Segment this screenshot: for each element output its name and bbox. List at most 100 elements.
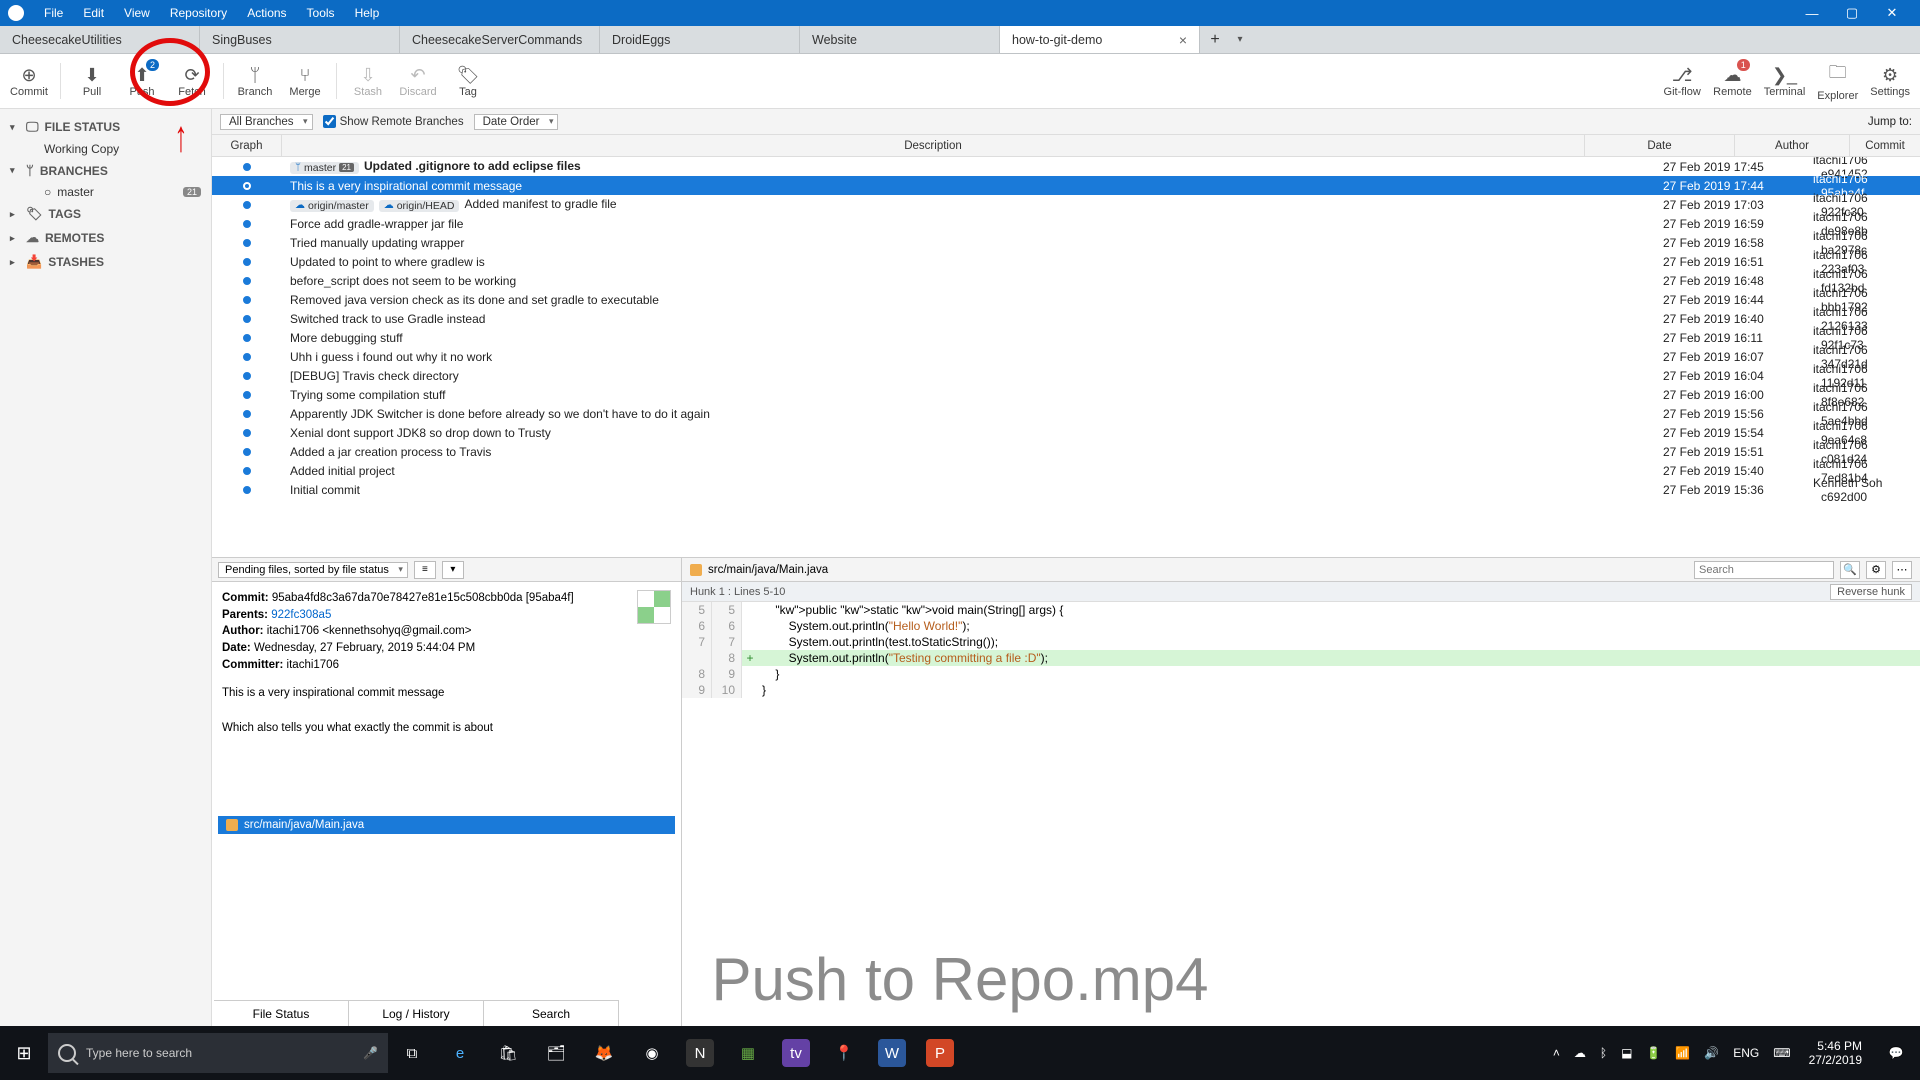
battery-icon[interactable]: 🔋 [1646, 1046, 1661, 1060]
ime-icon[interactable]: ⌨ [1773, 1046, 1790, 1060]
fetch-button[interactable]: ⟳Fetch [167, 55, 217, 107]
word-icon[interactable]: W [868, 1026, 916, 1080]
powerpoint-icon[interactable]: P [916, 1026, 964, 1080]
repo-tab[interactable]: Website [800, 26, 1000, 53]
diff-search-input[interactable] [1694, 561, 1834, 579]
close-window-button[interactable]: ✕ [1872, 5, 1912, 21]
tags-section[interactable]: ▸🏷TAGS [0, 202, 211, 226]
col-description[interactable]: Description [282, 135, 1585, 156]
file-status-section[interactable]: ▾🖵FILE STATUS [0, 115, 211, 139]
minecraft-icon[interactable]: ▦ [724, 1026, 772, 1080]
explorer-icon[interactable]: 🗂 [532, 1026, 580, 1080]
code-line[interactable]: 910} [682, 682, 1920, 698]
task-view-button[interactable]: ⧉ [388, 1026, 436, 1080]
commit-list[interactable]: ᛘmaster21Updated .gitignore to add eclip… [212, 157, 1920, 557]
branch-item-master[interactable]: ○master21 [0, 182, 211, 202]
code-line[interactable]: 66 System.out.println("Hello World!"); [682, 618, 1920, 634]
maximize-button[interactable]: ▢ [1832, 5, 1872, 21]
branch-button[interactable]: ᛘBranch [230, 55, 280, 107]
commit-row[interactable]: Switched track to use Gradle instead27 F… [212, 309, 1920, 328]
commit-row[interactable]: Xenial dont support JDK8 so drop down to… [212, 423, 1920, 442]
changed-file-item[interactable]: src/main/java/Main.java [218, 816, 675, 834]
working-copy-item[interactable]: Working Copy [0, 139, 211, 159]
store-icon[interactable]: 🛍 [484, 1026, 532, 1080]
stashes-section[interactable]: ▸📥STASHES [0, 250, 211, 274]
commit-row[interactable]: More debugging stuff27 Feb 2019 16:11ita… [212, 328, 1920, 347]
diff-more-button[interactable]: ⋯ [1892, 561, 1912, 579]
code-line[interactable]: 55 "kw">public "kw">static "kw">void mai… [682, 602, 1920, 618]
firefox-icon[interactable]: 🦊 [580, 1026, 628, 1080]
commit-row[interactable]: Initial commit27 Feb 2019 15:36Kenneth S… [212, 480, 1920, 499]
commit-row[interactable]: Added initial project27 Feb 2019 15:40it… [212, 461, 1920, 480]
start-button[interactable]: ⊞ [0, 1026, 48, 1080]
taskbar-search[interactable]: Type here to search 🎤 [48, 1033, 388, 1073]
branch-filter-combo[interactable]: All Branches [220, 114, 313, 130]
language-indicator[interactable]: ENG [1733, 1046, 1759, 1060]
repo-tab[interactable]: SingBuses [200, 26, 400, 53]
diff-code[interactable]: 55 "kw">public "kw">static "kw">void mai… [682, 602, 1920, 698]
merge-button[interactable]: ⑂Merge [280, 55, 330, 107]
code-line[interactable]: 77 System.out.println(test.toStaticStrin… [682, 634, 1920, 650]
tab-overflow-button[interactable]: ▾ [1230, 26, 1250, 53]
commit-row[interactable]: Removed java version check as its done a… [212, 290, 1920, 309]
commit-row[interactable]: Updated to point to where gradlew is27 F… [212, 252, 1920, 271]
new-tab-button[interactable]: + [1200, 26, 1230, 53]
show-remote-checkbox[interactable]: Show Remote Branches [323, 115, 464, 128]
tab-file-status[interactable]: File Status [214, 1001, 349, 1026]
menu-actions[interactable]: Actions [237, 6, 296, 20]
code-line[interactable]: 8+ System.out.println("Testing committin… [682, 650, 1920, 666]
diff-settings-button[interactable]: ⚙ [1866, 561, 1886, 579]
gitflow-button[interactable]: ⎇Git-flow [1657, 55, 1707, 107]
col-author[interactable]: Author [1735, 135, 1850, 156]
tray-chevron-icon[interactable]: ˄ [1553, 1046, 1560, 1060]
action-center-button[interactable]: 💬 [1872, 1026, 1920, 1080]
taskbar-clock[interactable]: 5:46 PM 27/2/2019 [1799, 1039, 1872, 1068]
onedrive-icon[interactable]: ☁ [1574, 1046, 1586, 1060]
code-line[interactable]: 89 } [682, 666, 1920, 682]
menu-view[interactable]: View [114, 6, 160, 20]
view-list-button[interactable]: ≡ [414, 561, 436, 579]
tab-search[interactable]: Search [484, 1001, 619, 1026]
commit-row[interactable]: ᛘmaster21Updated .gitignore to add eclip… [212, 157, 1920, 176]
order-combo[interactable]: Date Order [474, 114, 559, 130]
commit-row[interactable]: Apparently JDK Switcher is done before a… [212, 404, 1920, 423]
menu-help[interactable]: Help [345, 6, 390, 20]
repo-tab[interactable]: CheesecakeUtilities [0, 26, 200, 53]
commit-row[interactable]: Trying some compilation stuff27 Feb 2019… [212, 385, 1920, 404]
branches-section[interactable]: ▾ᛘBRANCHES [0, 159, 211, 182]
view-options-button[interactable]: ▾ [442, 561, 464, 579]
system-tray[interactable]: ˄ ☁ ᛒ ⬓ 🔋 📶 🔊 ENG ⌨ [1545, 1046, 1799, 1060]
tag-button[interactable]: 🏷Tag [443, 55, 493, 107]
notion-icon[interactable]: N [676, 1026, 724, 1080]
dropbox-icon[interactable]: ⬓ [1621, 1046, 1632, 1060]
chrome-icon[interactable]: ◉ [628, 1026, 676, 1080]
pull-button[interactable]: ⬇Pull [67, 55, 117, 107]
commit-row[interactable]: This is a very inspirational commit mess… [212, 176, 1920, 195]
repo-tab[interactable]: CheesecakeServerCommands [400, 26, 600, 53]
pending-filter-combo[interactable]: Pending files, sorted by file status [218, 562, 408, 578]
diff-search-button[interactable]: 🔍 [1840, 561, 1860, 579]
commit-row[interactable]: ☁origin/master☁origin/HEADAdded manifest… [212, 195, 1920, 214]
commit-row[interactable]: [DEBUG] Travis check directory27 Feb 201… [212, 366, 1920, 385]
bluetooth-icon[interactable]: ᛒ [1600, 1046, 1607, 1060]
maps-icon[interactable]: 📍 [820, 1026, 868, 1080]
stash-button[interactable]: ⇩Stash [343, 55, 393, 107]
twitch-icon[interactable]: tv [772, 1026, 820, 1080]
commit-row[interactable]: Uhh i guess i found out why it no work27… [212, 347, 1920, 366]
menu-edit[interactable]: Edit [73, 6, 114, 20]
menu-repository[interactable]: Repository [160, 6, 237, 20]
minimize-button[interactable]: — [1792, 6, 1832, 21]
explorer-button[interactable]: 🗀Explorer [1811, 55, 1864, 107]
col-graph[interactable]: Graph [212, 135, 282, 156]
commit-row[interactable]: Force add gradle-wrapper jar file27 Feb … [212, 214, 1920, 233]
close-tab-icon[interactable]: × [1179, 32, 1187, 48]
edge-icon[interactable]: e [436, 1026, 484, 1080]
commit-row[interactable]: before_script does not seem to be workin… [212, 271, 1920, 290]
mic-icon[interactable]: 🎤 [363, 1046, 378, 1060]
settings-button[interactable]: ⚙Settings [1864, 55, 1916, 107]
commit-row[interactable]: Tried manually updating wrapper27 Feb 20… [212, 233, 1920, 252]
discard-button[interactable]: ↶Discard [393, 55, 443, 107]
repo-tab[interactable]: how-to-git-demo× [1000, 26, 1200, 53]
menu-tools[interactable]: Tools [297, 6, 345, 20]
wifi-icon[interactable]: 📶 [1675, 1046, 1690, 1060]
